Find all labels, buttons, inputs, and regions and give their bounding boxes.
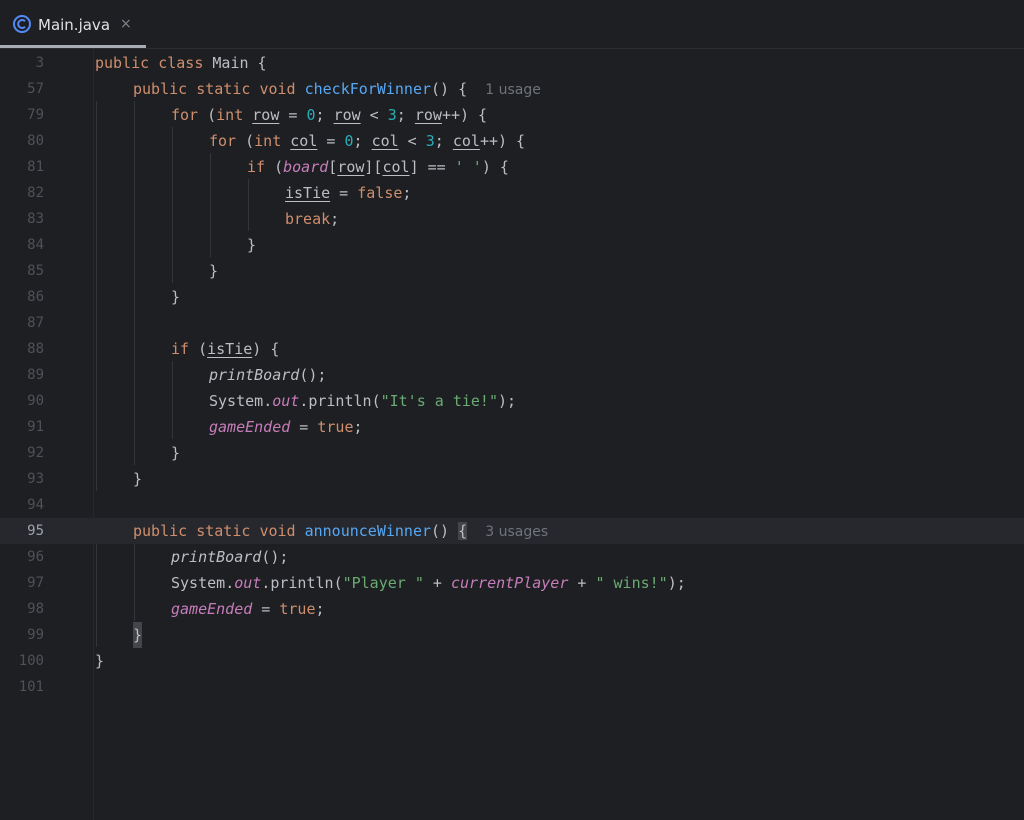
line-number: 92	[27, 445, 44, 461]
code-text[interactable]: break;	[285, 206, 339, 232]
line-number: 89	[27, 367, 44, 383]
line-number: 88	[27, 341, 44, 357]
line-number: 82	[27, 185, 44, 201]
line-number: 81	[27, 159, 44, 175]
line-number: 79	[27, 107, 44, 123]
line-number: 84	[27, 237, 44, 253]
code-line[interactable]: 99 }	[0, 622, 1024, 648]
line-number: 94	[27, 497, 44, 513]
matched-brace[interactable]: }	[133, 622, 143, 648]
code-text[interactable]: isTie = false;	[285, 180, 411, 206]
line-number: 98	[27, 601, 44, 617]
code-text[interactable]: for (int col = 0; col < 3; col++) {	[209, 128, 525, 154]
line-number: 86	[27, 289, 44, 305]
code-text[interactable]: printBoard();	[171, 544, 288, 570]
code-line-current[interactable]: 95 public static void announceWinner() {…	[0, 518, 1024, 544]
code-line[interactable]: 81 if (board[row][col] == ' ') {	[0, 154, 1024, 180]
code-text[interactable]: }	[209, 258, 218, 284]
tab-close-icon[interactable]: ×	[120, 13, 132, 35]
java-class-icon	[13, 15, 31, 33]
line-number: 90	[27, 393, 44, 409]
code-line[interactable]: 90 System.out.println("It's a tie!");	[0, 388, 1024, 414]
code-text[interactable]: System.out.println("Player " + currentPl…	[171, 570, 686, 596]
code-text[interactable]: }	[133, 466, 142, 492]
code-text[interactable]: for (int row = 0; row < 3; row++) {	[171, 102, 487, 128]
line-number: 93	[27, 471, 44, 487]
code-line[interactable]: 91 gameEnded = true;	[0, 414, 1024, 440]
tab-file-name: Main.java	[38, 16, 111, 34]
line-number: 100	[18, 653, 44, 669]
code-text[interactable]: System.out.println("It's a tie!");	[209, 388, 516, 414]
line-number: 80	[27, 133, 44, 149]
code-line[interactable]: 79 for (int row = 0; row < 3; row++) {	[0, 102, 1024, 128]
code-line[interactable]: 86 }	[0, 284, 1024, 310]
line-number: 99	[27, 627, 44, 643]
code-line[interactable]: 88 if (isTie) {	[0, 336, 1024, 362]
code-text[interactable]: gameEnded = true;	[171, 596, 325, 622]
code-line[interactable]: 82 isTie = false;	[0, 180, 1024, 206]
code-line[interactable]: 100 }	[0, 648, 1024, 674]
code-line[interactable]: 96 printBoard();	[0, 544, 1024, 570]
code-line[interactable]: 92 }	[0, 440, 1024, 466]
line-number: 87	[27, 315, 44, 331]
code-text[interactable]: }	[171, 284, 180, 310]
code-line[interactable]: 97 System.out.println("Player " + curren…	[0, 570, 1024, 596]
code-text[interactable]: }	[171, 440, 180, 466]
line-number: 57	[27, 81, 44, 97]
code-text[interactable]: }	[247, 232, 256, 258]
code-line[interactable]: 93 }	[0, 466, 1024, 492]
line-number: 97	[27, 575, 44, 591]
code-text[interactable]: gameEnded = true;	[209, 414, 363, 440]
code-line[interactable]: 57 public static void checkForWinner() {…	[0, 76, 1024, 102]
code-text[interactable]: if (isTie) {	[171, 336, 279, 362]
code-line[interactable]: 101	[0, 674, 1024, 700]
code-line[interactable]: 80 for (int col = 0; col < 3; col++) {	[0, 128, 1024, 154]
line-number: 91	[27, 419, 44, 435]
usages-hint[interactable]: 3 usages	[485, 524, 548, 540]
code-editor[interactable]: 3 public class Main { 57 public static v…	[0, 49, 1024, 820]
line-number: 96	[27, 549, 44, 565]
code-line[interactable]: 3 public class Main {	[0, 50, 1024, 76]
matched-brace: {	[458, 522, 468, 540]
code-line[interactable]: 83 break;	[0, 206, 1024, 232]
line-number: 3	[35, 55, 44, 71]
ide-window: Main.java × 3 public class Main { 57 pub…	[0, 0, 1024, 820]
line-number: 85	[27, 263, 44, 279]
code-text[interactable]: }	[95, 648, 104, 674]
code-line[interactable]: 85 }	[0, 258, 1024, 284]
code-text[interactable]: public static void checkForWinner() { 1 …	[133, 76, 541, 103]
code-line[interactable]: 84 }	[0, 232, 1024, 258]
tab-main-java[interactable]: Main.java ×	[0, 0, 146, 48]
code-text[interactable]: public class Main {	[95, 50, 267, 76]
line-number: 95	[27, 523, 44, 539]
code-text[interactable]: printBoard();	[209, 362, 326, 388]
code-text[interactable]: public static void announceWinner() { 3 …	[133, 518, 548, 545]
code-line[interactable]: 98 gameEnded = true;	[0, 596, 1024, 622]
usages-hint[interactable]: 1 usage	[485, 82, 541, 98]
code-line[interactable]: 94	[0, 492, 1024, 518]
line-number: 101	[18, 679, 44, 695]
code-line[interactable]: 87	[0, 310, 1024, 336]
line-number: 83	[27, 211, 44, 227]
code-line[interactable]: 89 printBoard();	[0, 362, 1024, 388]
code-text[interactable]: if (board[row][col] == ' ') {	[247, 154, 509, 180]
editor-tab-bar: Main.java ×	[0, 0, 1024, 49]
